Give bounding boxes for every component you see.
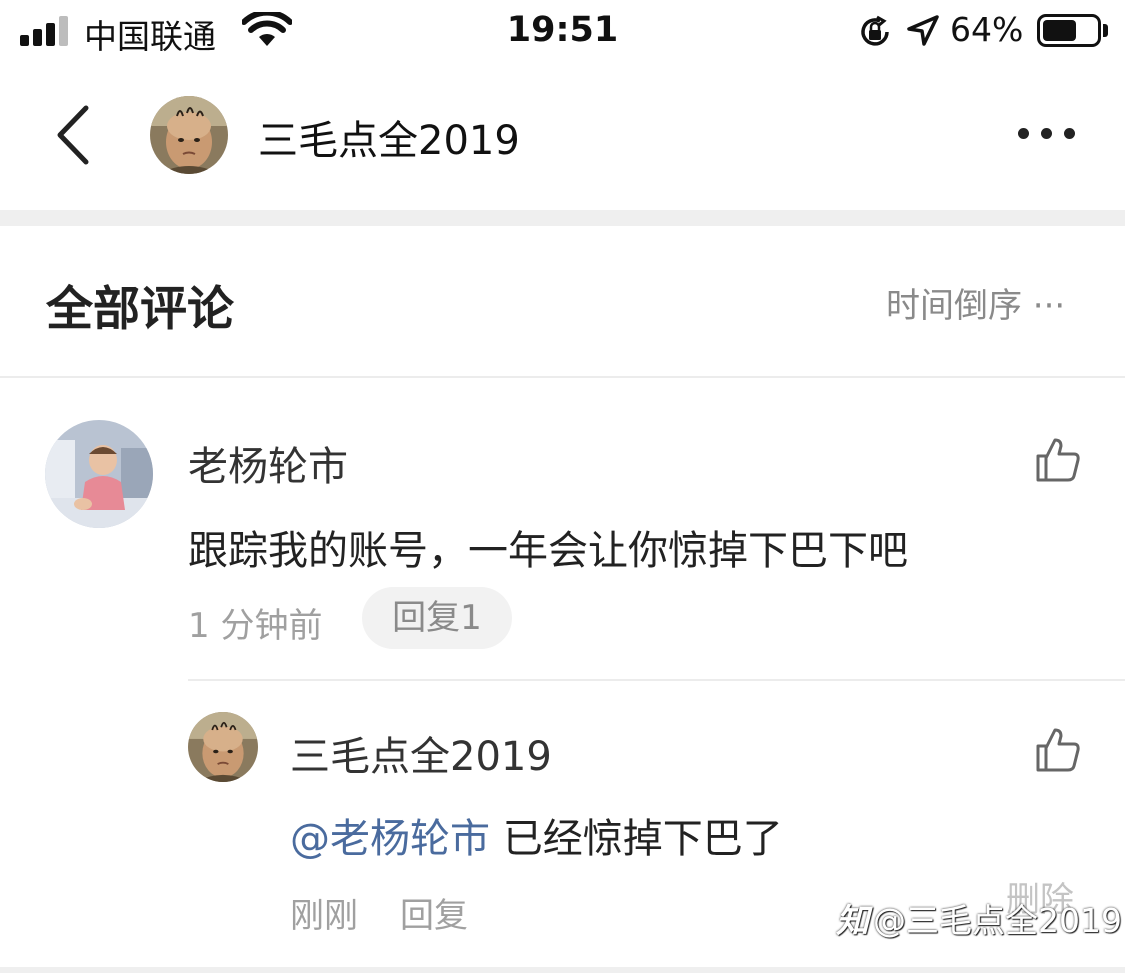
comment-author-avatar[interactable] (45, 420, 153, 528)
reply-body: 已经惊掉下巴了 (490, 816, 783, 862)
location-icon (907, 15, 939, 46)
profile-avatar[interactable] (150, 96, 228, 174)
reply-author-avatar[interactable] (188, 712, 258, 782)
bottom-separator (0, 967, 1125, 973)
comment-reply-button[interactable]: 回复1 (362, 587, 512, 649)
baby-avatar-image (45, 420, 153, 528)
rotation-lock-icon (861, 15, 889, 46)
comment-timestamp: 1 分钟前 (188, 606, 323, 646)
status-bar: 中国联通 19:51 64% (0, 0, 1125, 64)
sort-order-button[interactable]: 时间倒序 ··· (886, 278, 1065, 327)
more-icon[interactable] (1012, 126, 1082, 142)
battery-level-fill (1043, 20, 1076, 41)
comment-text: 跟踪我的账号，一年会让你惊掉下巴下吧 (188, 528, 908, 574)
battery-percent: 64% (950, 10, 1024, 49)
boy-avatar-image (150, 96, 228, 174)
boy-avatar-image (188, 712, 258, 782)
watermark-text: @三毛点全2019 (873, 901, 1122, 940)
reply-divider (188, 679, 1125, 681)
reply-author-name[interactable]: 三毛点全2019 (290, 724, 552, 782)
reply-reply-button[interactable]: 回复 (400, 888, 468, 937)
battery-icon (1037, 14, 1101, 47)
zhihu-logo: 知 (836, 901, 869, 940)
reply-text: @老杨轮市 已经惊掉下巴了 (290, 806, 783, 864)
battery-cap (1103, 24, 1108, 37)
mention-link[interactable]: @老杨轮市 (290, 816, 490, 862)
reply-like-icon[interactable] (1034, 726, 1082, 774)
like-icon[interactable] (1034, 436, 1082, 484)
nav-title: 三毛点全2019 (258, 118, 520, 164)
reply-timestamp: 刚刚 (290, 896, 358, 936)
comments-title: 全部评论 (46, 282, 234, 337)
comment-author-name[interactable]: 老杨轮市 (188, 434, 348, 492)
watermark: 知 @三毛点全2019 (836, 894, 1122, 942)
nav-bar: 三毛点全2019 (0, 64, 1125, 210)
header-divider (0, 376, 1125, 378)
back-icon[interactable] (48, 102, 98, 168)
section-separator (0, 210, 1125, 226)
